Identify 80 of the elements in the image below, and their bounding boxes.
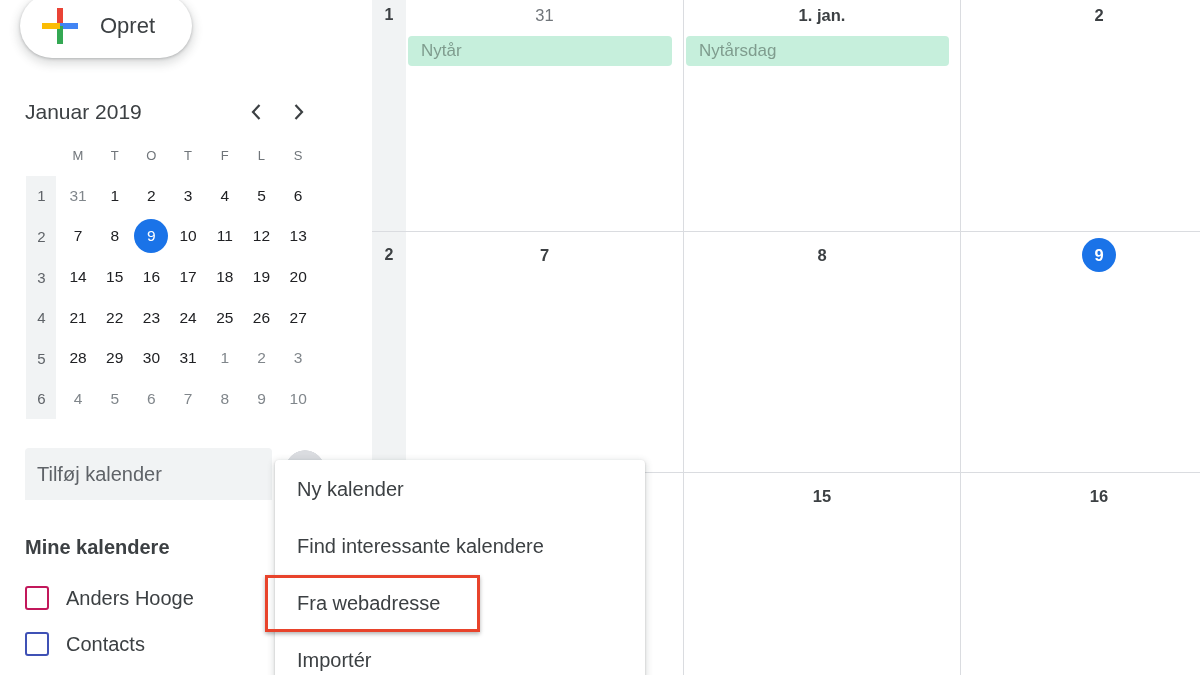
weekday-label: M <box>72 147 84 163</box>
calendar-day[interactable]: 1 <box>208 342 241 375</box>
calendar-day[interactable]: 14 <box>62 261 95 294</box>
calendar-day[interactable]: 6 <box>282 179 315 212</box>
calendar-day[interactable]: 31 <box>172 342 205 375</box>
calendar-day[interactable]: 31 <box>62 179 95 212</box>
menu-item[interactable]: Ny kalender <box>275 461 645 518</box>
weekday-label: T <box>110 147 119 163</box>
date-label[interactable]: 8 <box>817 245 827 265</box>
calendar-day[interactable]: 10 <box>172 220 205 253</box>
calendar-day[interactable]: 8 <box>208 382 241 415</box>
calendar-day[interactable]: 9 <box>134 219 169 254</box>
calendar-day[interactable]: 8 <box>98 220 131 253</box>
date-label[interactable]: 16 <box>1089 486 1109 506</box>
calendar-day[interactable]: 15 <box>98 261 131 294</box>
calendar-day[interactable]: 13 <box>282 220 315 253</box>
calendar-day[interactable]: 5 <box>245 179 278 212</box>
calendar-day[interactable]: 25 <box>208 301 241 334</box>
calendar-day[interactable]: 3 <box>282 342 315 375</box>
checkbox[interactable] <box>25 586 49 611</box>
calendar-day[interactable]: 4 <box>62 382 95 415</box>
calendar-day[interactable]: 27 <box>282 301 315 334</box>
weekday-label: S <box>293 147 303 163</box>
calendar-name: Contacts <box>66 632 145 656</box>
weekday-label: L <box>257 147 266 163</box>
calendar-day[interactable]: 24 <box>172 301 205 334</box>
calendar-day[interactable]: 23 <box>135 301 168 334</box>
calendar-day[interactable]: 7 <box>62 220 95 253</box>
calendar-day[interactable]: 30 <box>135 342 168 375</box>
calendar-day[interactable]: 12 <box>245 220 278 253</box>
menu-item[interactable]: Find interessante kalendere <box>275 518 645 575</box>
calendar-day[interactable]: 2 <box>135 179 168 212</box>
week-number: 4 <box>26 297 57 338</box>
calendar-day[interactable]: 7 <box>172 382 205 415</box>
create-button[interactable]: Opret <box>20 0 192 58</box>
weekday-label: T <box>184 147 193 163</box>
plus-icon <box>42 8 78 44</box>
week-number: 1 <box>26 175 57 217</box>
calendar-day[interactable]: 1 <box>98 179 131 212</box>
add-calendar-field[interactable]: Tilføj kalender <box>25 448 272 501</box>
section-heading: Mine kalendere <box>25 535 170 560</box>
weekday-label: F <box>220 147 229 163</box>
menu-item[interactable]: Fra webadresse <box>275 575 645 632</box>
calendar-day[interactable]: 26 <box>245 301 278 334</box>
calendar-day[interactable]: 16 <box>135 261 168 294</box>
calendar-day[interactable]: 10 <box>282 382 315 415</box>
calendar-day[interactable]: 29 <box>98 342 131 375</box>
date-label[interactable]: 9 <box>1082 238 1116 272</box>
calendar-day[interactable]: 20 <box>282 261 315 294</box>
calendar-day[interactable]: 6 <box>135 382 168 415</box>
date-label[interactable]: 2 <box>1094 5 1104 25</box>
calendar-day[interactable]: 11 <box>208 220 241 253</box>
chevron-right-icon <box>294 104 304 120</box>
calendar-day[interactable]: 17 <box>172 261 205 294</box>
date-label[interactable]: 15 <box>812 486 832 506</box>
calendar-day[interactable]: 5 <box>98 382 131 415</box>
checkbox[interactable] <box>25 632 49 657</box>
calendar-day[interactable]: 18 <box>208 261 241 294</box>
date-label[interactable]: 31 <box>535 5 554 25</box>
calendar-name: Anders Hooge <box>66 586 194 610</box>
calendar-day[interactable]: 21 <box>62 301 95 334</box>
weekday-label: O <box>146 147 157 163</box>
date-label[interactable]: 1. jan. <box>798 5 846 25</box>
week-number: 6 <box>26 378 57 420</box>
week-number: 2 <box>26 216 57 257</box>
calendar-day[interactable]: 2 <box>245 342 278 375</box>
week-number: 1 <box>384 5 394 25</box>
menu-item[interactable]: Importér <box>275 632 645 675</box>
calendar-day[interactable]: 3 <box>172 179 205 212</box>
month-title: Januar 2019 <box>25 100 143 124</box>
week-number: 3 <box>26 256 57 298</box>
week-number: 2 <box>384 245 394 265</box>
calendar-day[interactable]: 9 <box>245 382 278 415</box>
calendar-day[interactable]: 4 <box>208 179 241 212</box>
calendar-day[interactable]: 28 <box>62 342 95 375</box>
date-label[interactable]: 7 <box>539 245 550 265</box>
calendar-day[interactable]: 19 <box>245 261 278 294</box>
calendar-day[interactable]: 22 <box>98 301 131 334</box>
week-number: 5 <box>26 337 57 379</box>
chevron-left-icon <box>251 104 261 120</box>
